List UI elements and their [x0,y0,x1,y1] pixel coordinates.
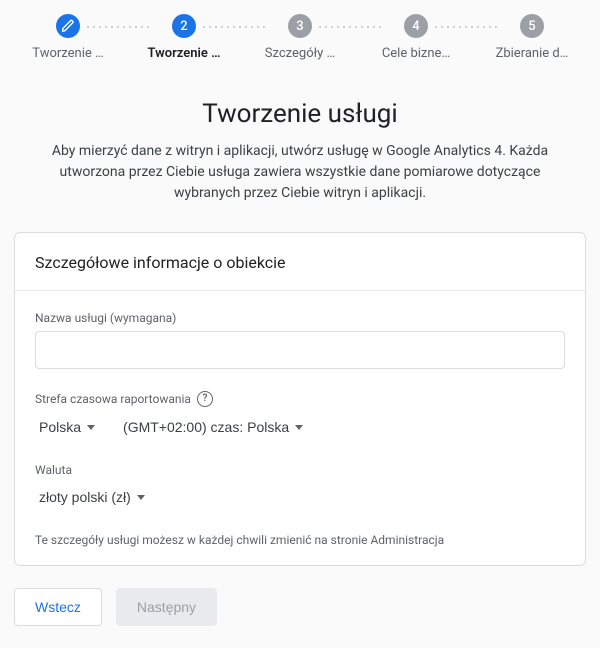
back-button[interactable]: Wstecz [14,588,102,626]
pencil-icon [56,14,80,38]
country-dropdown-value: Polska [39,419,81,435]
timezone-dropdown[interactable]: (GMT+02:00) czas: Polska [119,413,307,441]
country-dropdown[interactable]: Polska [35,413,99,441]
step-number-icon: 2 [172,14,196,38]
card-header: Szczegółowe informacje o obiekcie [15,233,585,291]
service-name-input[interactable] [35,331,565,369]
step-5[interactable]: 5 Zbieranie d… [482,14,582,61]
timezone-label: Strefa czasowa raportowania ? [35,391,565,407]
currency-label: Waluta [35,463,565,477]
timezone-label-text: Strefa czasowa raportowania [35,392,191,406]
card-footnote: Te szczegóły usługi możesz w każdej chwi… [35,533,565,547]
stepper: Tworzenie … 2 Tworzenie … 3 Szczegóły … … [0,0,600,61]
chevron-down-icon [137,495,145,500]
wizard-footer: Wstecz Następny [0,566,600,648]
property-details-card: Szczegółowe informacje o obiekcie Nazwa … [14,232,586,566]
step-label: Cele bizne… [382,46,450,61]
step-label: Szczegóły … [265,46,335,61]
service-name-label: Nazwa usługi (wymagana) [35,311,565,325]
step-1[interactable]: Tworzenie … [18,14,118,61]
step-label: Tworzenie … [147,46,220,61]
back-button-label: Wstecz [35,599,81,615]
help-icon[interactable]: ? [197,391,213,407]
timezone-block: Strefa czasowa raportowania ? Polska (GM… [35,391,565,441]
step-number-icon: 4 [404,14,428,38]
page-subtitle: Aby mierzyć dane z witryn i aplikacji, u… [30,141,570,204]
service-name-block: Nazwa usługi (wymagana) [35,311,565,369]
page-title: Tworzenie usługi [0,99,600,129]
step-number-icon: 5 [520,14,544,38]
step-2[interactable]: 2 Tworzenie … [134,14,234,61]
step-label: Tworzenie … [32,46,103,61]
step-3[interactable]: 3 Szczegóły … [250,14,350,61]
step-label: Zbieranie d… [496,46,569,61]
step-4[interactable]: 4 Cele bizne… [366,14,466,61]
currency-dropdown[interactable]: złoty polski (zł) [35,483,149,511]
timezone-dropdown-value: (GMT+02:00) czas: Polska [123,419,289,435]
currency-dropdown-value: złoty polski (zł) [39,489,131,505]
chevron-down-icon [87,425,95,430]
chevron-down-icon [295,425,303,430]
currency-block: Waluta złoty polski (zł) [35,463,565,511]
next-button-label: Następny [137,599,196,615]
next-button[interactable]: Następny [116,588,217,626]
step-number-icon: 3 [288,14,312,38]
